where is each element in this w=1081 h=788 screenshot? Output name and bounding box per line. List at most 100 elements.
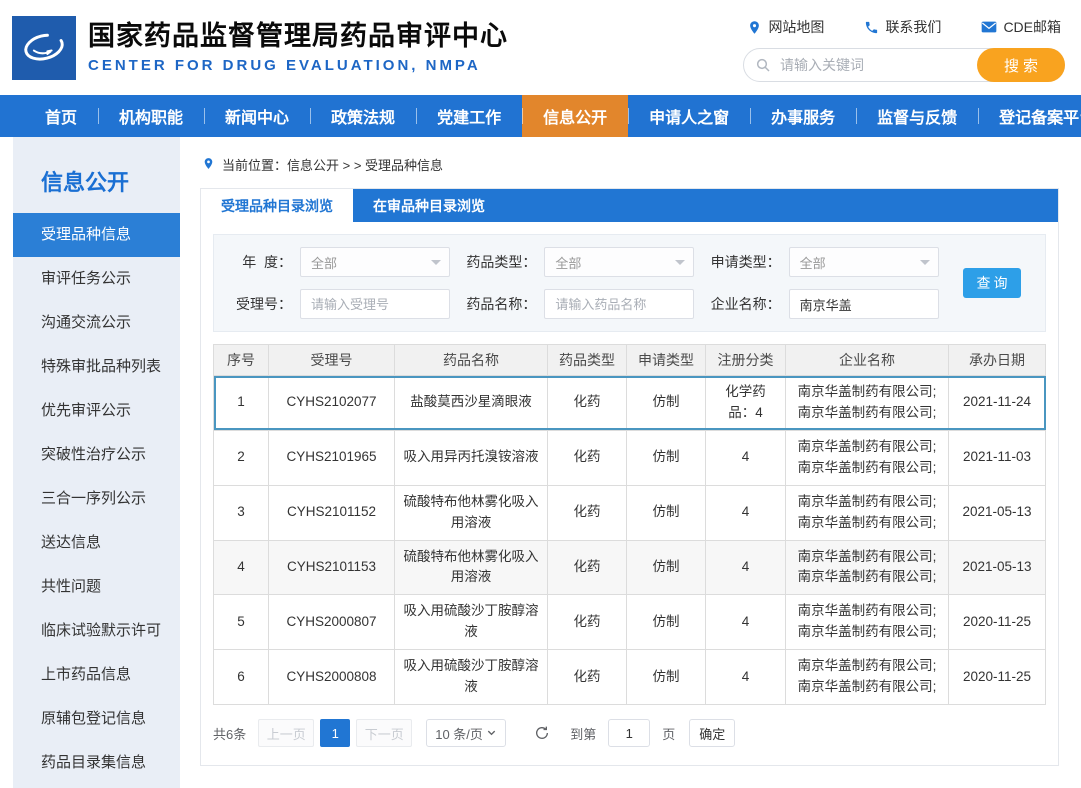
main-content: 当前位置：信息公开 > > 受理品种信息 受理品种目录浏览 在审品种目录浏览 年… [180,137,1081,788]
sidebar-item-5[interactable]: 优先审评公示 [13,389,180,433]
column-header: 申请类型 [627,345,706,376]
table-row-3[interactable]: 3CYHS2101152硫酸特布他林雾化吸入用溶液化药仿制4南京华盖制药有限公司… [214,485,1046,540]
nav-item-1[interactable]: 首页 [24,95,98,137]
table-cell: CYHS2101153 [269,540,395,595]
sitemap-link[interactable]: 网站地图 [747,17,824,37]
tab-accepted-catalog[interactable]: 受理品种目录浏览 [201,189,353,222]
nav-item-5[interactable]: 党建工作 [416,95,522,137]
accept-no-input[interactable] [300,289,450,319]
sidebar-item-6[interactable]: 突破性治疗公示 [13,433,180,477]
prev-page-button[interactable]: 上一页 [258,719,314,747]
drug-type-field: 药品类型： 全部 [462,247,700,277]
table-cell: 3 [214,485,269,540]
refresh-icon[interactable] [534,725,550,741]
chevron-down-icon [431,260,441,270]
page: 国家药品监督管理局药品审评中心 CENTER FOR DRUG EVALUATI… [0,0,1081,788]
table-header-row: 序号受理号药品名称药品类型申请类型注册分类企业名称承办日期 [214,345,1046,376]
table-cell: 化药 [548,540,627,595]
drug-type-select[interactable]: 全部 [544,247,694,277]
next-page-button[interactable]: 下一页 [356,719,412,747]
nav-item-9[interactable]: 监督与反馈 [856,95,978,137]
sidebar-title: 信息公开 [13,157,180,213]
column-header: 药品名称 [395,345,548,376]
company-label: 企业名称： [707,294,781,314]
search-button[interactable]: 搜索 [977,48,1065,82]
results-table: 序号受理号药品名称药品类型申请类型注册分类企业名称承办日期 1CYHS21020… [213,344,1046,705]
mailbox-label: CDE邮箱 [1003,17,1061,37]
goto-page-input[interactable] [608,719,650,747]
table-cell: 盐酸莫西沙星滴眼液 [395,376,548,431]
table-row-6[interactable]: 6CYHS2000808吸入用硫酸沙丁胺醇溶液化药仿制4南京华盖制药有限公司;南… [214,650,1046,705]
sidebar: 信息公开 受理品种信息审评任务公示沟通交流公示特殊审批品种列表优先审评公示突破性… [13,137,180,788]
drug-name-input[interactable] [544,289,694,319]
table-cell: 南京华盖制药有限公司;南京华盖制药有限公司; [786,430,949,485]
year-select[interactable]: 全部 [300,247,450,277]
goto-suffix: 页 [662,724,675,743]
table-cell: 化药 [548,485,627,540]
table-cell: 仿制 [627,540,706,595]
sidebar-item-7[interactable]: 三合一序列公示 [13,477,180,521]
table-cell: 南京华盖制药有限公司;南京华盖制药有限公司; [786,485,949,540]
envelope-icon [981,20,997,34]
sidebar-item-9[interactable]: 共性问题 [13,565,180,609]
table-cell: 2021-11-03 [949,430,1046,485]
goto-label: 到第 [570,724,596,743]
cde-logo-icon [12,16,76,80]
confirm-button[interactable]: 确定 [689,719,735,747]
sidebar-item-11[interactable]: 上市药品信息 [13,653,180,697]
sidebar-item-12[interactable]: 原辅包登记信息 [13,697,180,741]
nav-item-3[interactable]: 新闻中心 [204,95,310,137]
drug-type-label: 药品类型： [462,252,536,272]
contact-label: 联系我们 [885,17,941,37]
table-cell: 5 [214,595,269,650]
table-cell: 4 [706,485,786,540]
nav-item-10[interactable]: 登记备案平台 [978,95,1081,137]
quick-links: 网站地图 联系我们 CDE邮箱 [747,17,1065,37]
brand-text: 国家药品监督管理局药品审评中心 CENTER FOR DRUG EVALUATI… [88,21,508,74]
nav-item-2[interactable]: 机构职能 [98,95,204,137]
page-size-select[interactable]: 10 条/页 [426,719,506,747]
phone-icon [864,20,879,35]
sidebar-item-13[interactable]: 药品目录集信息 [13,741,180,785]
breadcrumb: 当前位置：信息公开 > > 受理品种信息 [200,153,1059,188]
sidebar-item-4[interactable]: 特殊审批品种列表 [13,345,180,389]
tab-under-review-catalog[interactable]: 在审品种目录浏览 [353,189,505,222]
table-row-1[interactable]: 1CYHS2102077盐酸莫西沙星滴眼液化药仿制化学药品：4南京华盖制药有限公… [214,376,1046,431]
sidebar-item-2[interactable]: 审评任务公示 [13,257,180,301]
sidebar-item-1[interactable]: 受理品种信息 [13,213,180,257]
table-cell: 4 [706,595,786,650]
nav-item-7[interactable]: 申请人之窗 [628,95,750,137]
nav-item-8[interactable]: 办事服务 [750,95,856,137]
table-cell: CYHS2101965 [269,430,395,485]
table-cell: CYHS2102077 [269,376,395,431]
column-header: 受理号 [269,345,395,376]
page-number-1[interactable]: 1 [320,719,350,747]
table-row-4[interactable]: 4CYHS2101153硫酸特布他林雾化吸入用溶液化药仿制4南京华盖制药有限公司… [214,540,1046,595]
table-cell: 化药 [548,430,627,485]
year-field: 年 度： 全部 [218,247,456,277]
sidebar-item-10[interactable]: 临床试验默示许可 [13,609,180,653]
query-button[interactable]: 查询 [963,268,1021,298]
body-wrap: 信息公开 受理品种信息审评任务公示沟通交流公示特殊审批品种列表优先审评公示突破性… [0,137,1081,788]
table-cell: CYHS2101152 [269,485,395,540]
sidebar-item-8[interactable]: 送达信息 [13,521,180,565]
nav-item-6[interactable]: 信息公开 [522,95,628,137]
table-body: 1CYHS2102077盐酸莫西沙星滴眼液化药仿制化学药品：4南京华盖制药有限公… [214,376,1046,705]
chevron-down-icon [920,260,930,270]
apply-type-select[interactable]: 全部 [789,247,939,277]
table-cell: 吸入用异丙托溴铵溶液 [395,430,548,485]
sidebar-menu: 受理品种信息审评任务公示沟通交流公示特殊审批品种列表优先审评公示突破性治疗公示三… [13,213,180,788]
table-row-2[interactable]: 2CYHS2101965吸入用异丙托溴铵溶液化药仿制4南京华盖制药有限公司;南京… [214,430,1046,485]
table-row-5[interactable]: 5CYHS2000807吸入用硫酸沙丁胺醇溶液化药仿制4南京华盖制药有限公司;南… [214,595,1046,650]
contact-link[interactable]: 联系我们 [864,17,941,37]
table-cell: 南京华盖制药有限公司;南京华盖制药有限公司; [786,376,949,431]
sidebar-item-3[interactable]: 沟通交流公示 [13,301,180,345]
company-input[interactable] [789,289,939,319]
main-nav: 首页机构职能新闻中心政策法规党建工作信息公开申请人之窗办事服务监督与反馈登记备案… [0,95,1081,137]
site-header: 国家药品监督管理局药品审评中心 CENTER FOR DRUG EVALUATI… [0,0,1081,95]
tab-bar: 受理品种目录浏览 在审品种目录浏览 [201,189,1058,222]
total-count: 共6条 [213,724,246,743]
content-panel: 受理品种目录浏览 在审品种目录浏览 年 度： 全部 药品类 [200,188,1059,766]
mailbox-link[interactable]: CDE邮箱 [981,17,1061,37]
nav-item-4[interactable]: 政策法规 [310,95,416,137]
